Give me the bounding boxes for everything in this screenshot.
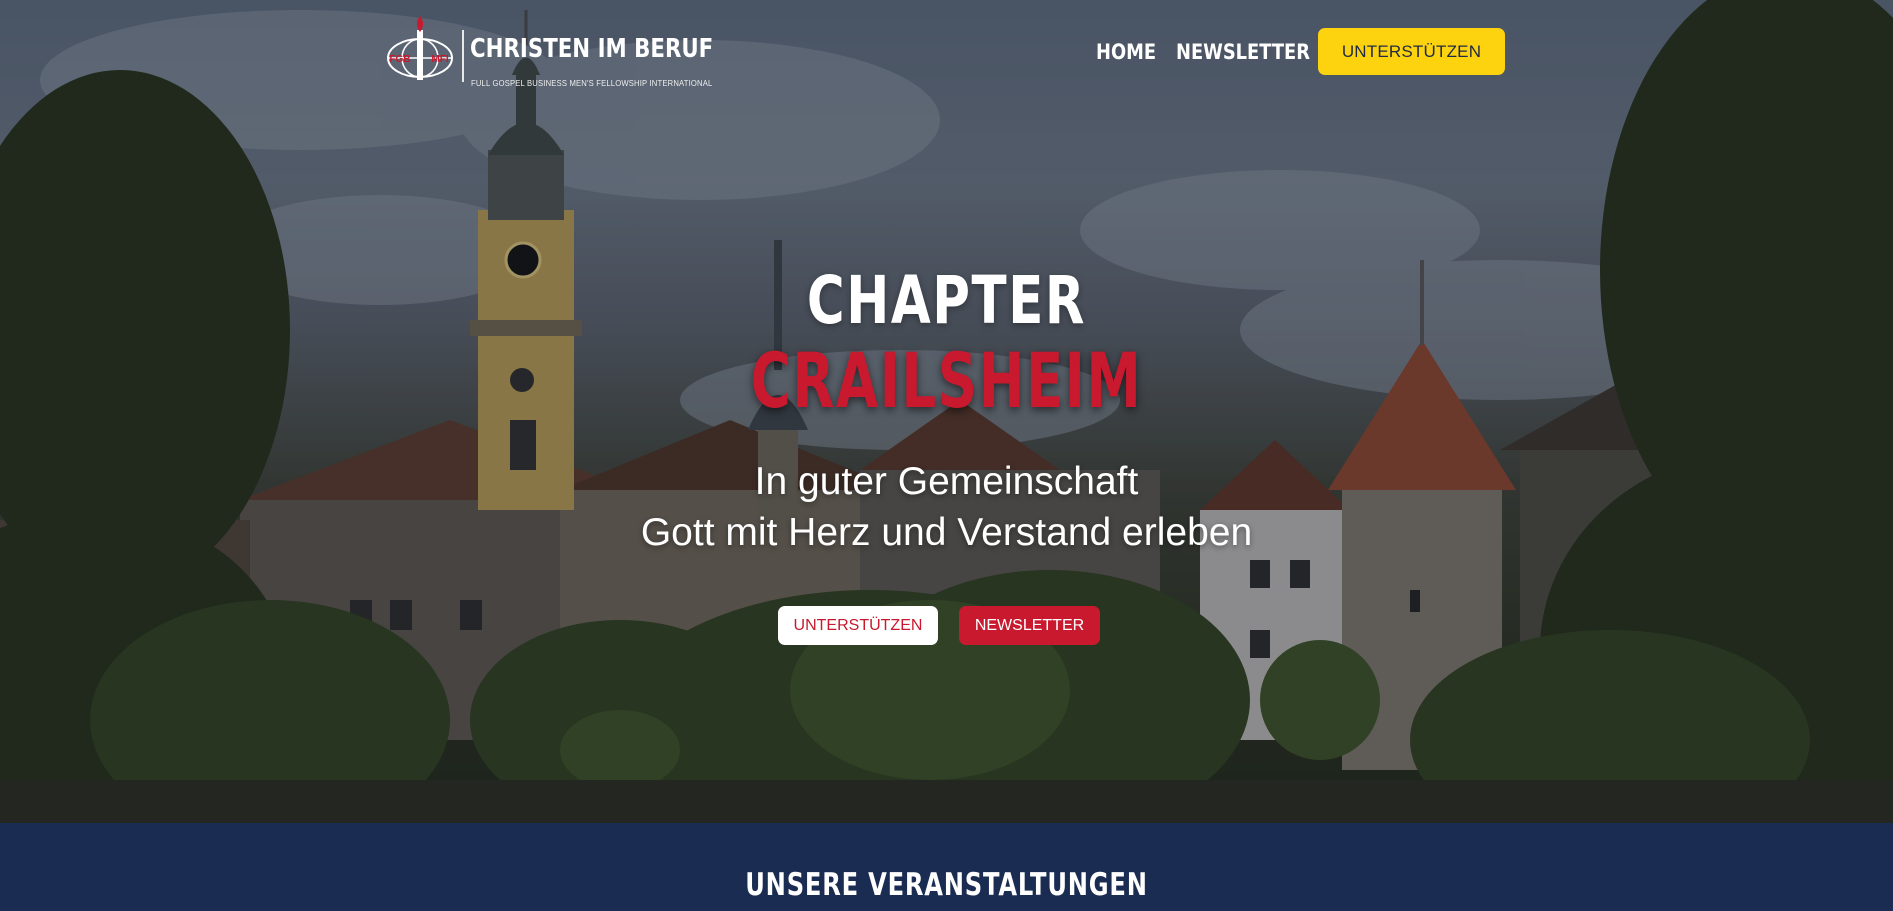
hero-title-city: CRAILSHEIM: [750, 336, 1143, 425]
logo-emblem-right: MFI: [431, 54, 448, 65]
hero-subtitle-line-1: In guter Gemeinschaft: [754, 460, 1139, 503]
hero-title-chapter: CHAPTER: [806, 262, 1087, 339]
site-logo[interactable]: FGB MFI CHRISTEN IM BERUF FULL GOSPEL BU…: [386, 14, 713, 88]
nav-newsletter[interactable]: NEWSLETTER: [1176, 40, 1310, 64]
logo-emblem-left: FGB: [389, 54, 410, 65]
hero-support-button[interactable]: UNTERSTÜTZEN: [778, 606, 938, 645]
logo-divider: [462, 30, 464, 82]
nav-home[interactable]: HOME: [1096, 40, 1156, 64]
events-section: UNSERE VERANSTALTUNGEN: [0, 823, 1893, 911]
logo-title: CHRISTEN IM BERUF: [470, 34, 714, 64]
events-heading: UNSERE VERANSTALTUNGEN: [745, 867, 1148, 903]
logo-subtitle: FULL GOSPEL BUSINESS MEN'S FELLOWSHIP IN…: [471, 78, 713, 88]
hero-newsletter-button[interactable]: NEWSLETTER: [959, 606, 1100, 645]
torch-icon: [417, 16, 423, 32]
nav-support-button[interactable]: UNTERSTÜTZEN: [1318, 28, 1505, 75]
hero-subtitle-line-2: Gott mit Herz und Verstand erleben: [640, 511, 1253, 554]
fgbmfi-logo-icon: FGB MFI: [387, 16, 453, 80]
hero-subtitle: In guter Gemeinschaft Gott mit Herz und …: [0, 456, 1893, 558]
